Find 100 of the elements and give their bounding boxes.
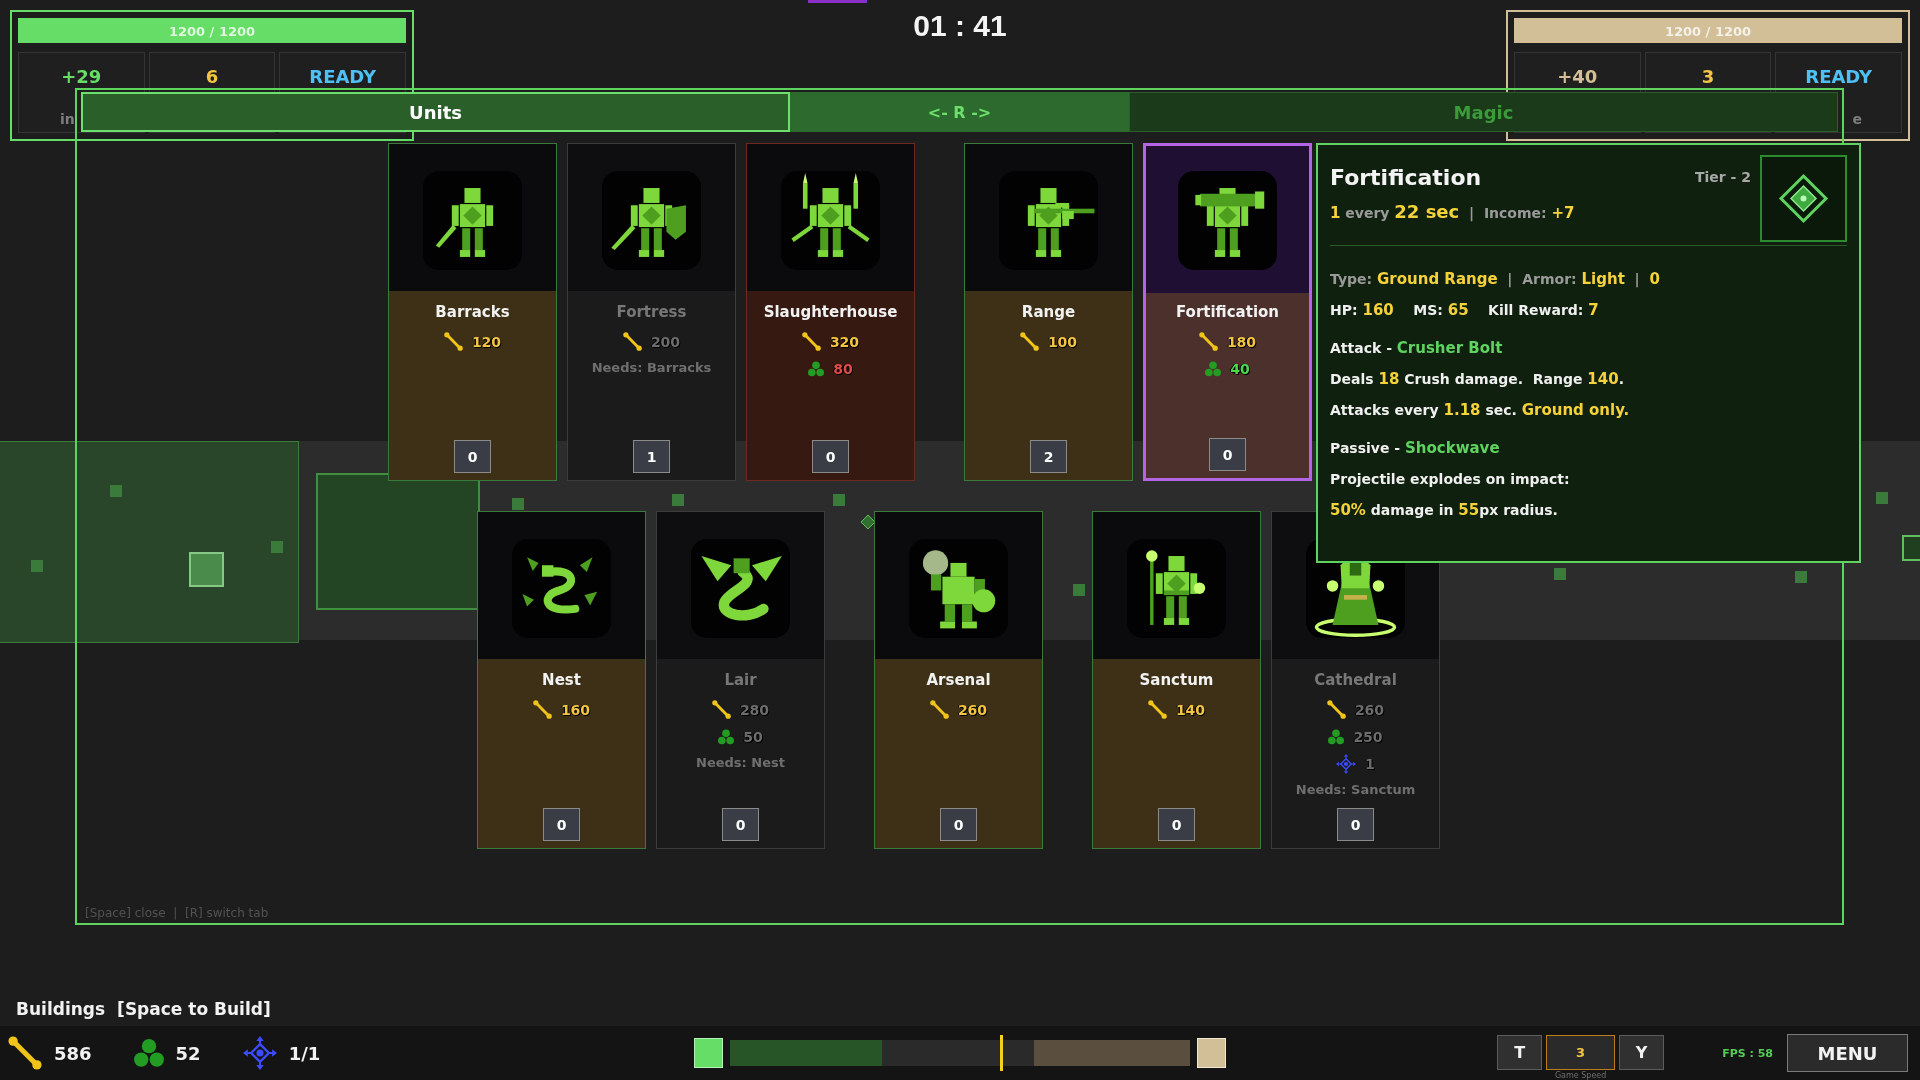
building-card[interactable]: Slaughterhouse 320 80 0 — [746, 143, 915, 481]
tooltip-line: Attacks every 1.18 sec. Ground only. — [1330, 400, 1630, 421]
tooltip-line: Attack - Crusher Bolt — [1330, 338, 1503, 359]
tooltip-line: HP: 160 MS: 65 Kill Reward: 7 — [1330, 300, 1599, 321]
rod-icon — [1019, 332, 1039, 351]
cost-value: 50 — [743, 728, 763, 745]
building-name: Nest — [542, 670, 581, 690]
built-count: 0 — [543, 808, 580, 841]
building-name: Fortification — [1175, 302, 1280, 322]
cost-value: 250 — [1353, 728, 1383, 745]
cost-value: 40 — [1230, 360, 1250, 377]
requirement-text: Needs: Nest — [696, 754, 785, 772]
stat-label: e — [1852, 111, 1862, 127]
built-count: 0 — [722, 808, 759, 841]
cost-value: 120 — [471, 333, 502, 350]
building-name: Barracks — [435, 302, 510, 322]
section-title: Buildings — [16, 998, 106, 1020]
clover-icon — [808, 360, 825, 377]
bazooka-soldier-icon — [1178, 171, 1277, 270]
requirement-text: Needs: Barracks — [591, 359, 712, 377]
four-armed-warrior-icon — [781, 171, 880, 270]
built-count: 0 — [940, 808, 977, 841]
building-name: Fortress — [616, 302, 687, 322]
cost-value: 1 — [1365, 755, 1375, 772]
production-rate: 1 every 22 sec | Income: +7 — [1330, 200, 1575, 224]
built-count: 0 — [812, 440, 849, 473]
stat-value: +40 — [1557, 65, 1598, 89]
speed-caption: Game Speed — [1554, 1071, 1607, 1080]
waypoint-marker — [861, 515, 875, 529]
building-card[interactable]: Fortification 180 40 0 — [1143, 143, 1312, 481]
fps-counter: FPS : 58 — [1722, 1046, 1773, 1060]
resource-amount: 52 — [175, 1042, 201, 1064]
built-count: 0 — [1209, 438, 1246, 471]
cost-value: 100 — [1047, 333, 1078, 350]
panel-tab[interactable]: Magic — [1129, 92, 1838, 132]
building-card[interactable]: Nest 160 0 — [477, 511, 646, 849]
requirement-text: Needs: Sanctum — [1295, 781, 1416, 799]
speed-value: 3 — [1546, 1035, 1616, 1070]
edge-structure — [1902, 535, 1920, 561]
rod-icon — [8, 1036, 42, 1070]
speed-down-button[interactable]: T — [1497, 1035, 1543, 1070]
rod-icon — [711, 700, 731, 719]
cost-value: 160 — [560, 701, 591, 718]
menu-button[interactable]: MENU — [1787, 1034, 1908, 1072]
tab-switch-hint: <- R -> — [926, 101, 993, 124]
building-card[interactable]: Range 100 2 — [964, 143, 1133, 481]
built-count: 1 — [633, 440, 670, 473]
building-card[interactable]: Barracks 120 0 — [388, 143, 557, 481]
building-card[interactable]: Fortress 200 Needs: Barracks 1 — [567, 143, 736, 481]
resource-amount: 586 — [54, 1042, 92, 1064]
rod-icon — [929, 700, 949, 719]
tooltip-line: Deals 18 Crush damage. Range 140. — [1330, 369, 1624, 390]
unit-marker — [31, 560, 43, 572]
cost-value: 180 — [1226, 333, 1257, 350]
speed-up-button[interactable]: Y — [1619, 1035, 1665, 1070]
building-name: Sanctum — [1139, 670, 1214, 690]
resource-amount: 1/1 — [288, 1042, 321, 1064]
building-card[interactable]: Lair 280 50 Needs: Nest 0 — [656, 511, 825, 849]
stat-value: 3 — [1701, 65, 1715, 89]
unit-marker — [1073, 584, 1085, 596]
tower-marker — [189, 552, 224, 587]
stat-value: +29 — [61, 65, 102, 89]
rod-icon — [443, 332, 463, 351]
tier-label: Tier - 2 — [1694, 168, 1751, 186]
tooltip-title: Fortification — [1330, 164, 1482, 192]
tooltip-line: Passive - Shockwave — [1330, 438, 1500, 459]
cost-value: 260 — [957, 701, 988, 718]
unit-marker — [672, 494, 684, 506]
built-count: 0 — [1337, 808, 1374, 841]
unit-marker — [512, 498, 524, 510]
team-swatch-icon — [1197, 1038, 1226, 1068]
crosshair-icon — [242, 1036, 277, 1070]
crosshair-icon — [1336, 753, 1357, 774]
clover-icon — [718, 728, 735, 745]
building-card[interactable]: Sanctum 140 0 — [1092, 511, 1261, 849]
cost-value: 260 — [1354, 701, 1385, 718]
cost-value: 320 — [829, 333, 860, 350]
built-count: 2 — [1030, 440, 1067, 473]
unit-marker — [833, 494, 845, 506]
building-name: Lair — [724, 670, 757, 690]
build-hint: [Space to Build] — [117, 998, 271, 1020]
rod-icon — [1147, 700, 1167, 719]
serpent-icon — [512, 539, 611, 638]
building-name: Slaughterhouse — [763, 302, 898, 322]
building-card[interactable]: Arsenal 260 0 — [874, 511, 1043, 849]
top-indicator-bar — [808, 0, 867, 3]
health-text: 1200 / 1200 — [1664, 23, 1752, 38]
unit-marker — [1554, 568, 1566, 580]
cost-value: 200 — [650, 333, 681, 350]
built-count: 0 — [454, 440, 491, 473]
clover-icon — [133, 1038, 164, 1068]
building-name: Range — [1021, 302, 1076, 322]
stat-label: in — [60, 111, 75, 127]
cost-value: 280 — [739, 701, 770, 718]
rod-icon — [1326, 700, 1346, 719]
building-name: Cathedral — [1314, 670, 1397, 690]
cost-value: 80 — [833, 360, 853, 377]
panel-tab[interactable]: Units — [81, 92, 790, 132]
staff-figure-icon — [1127, 539, 1226, 638]
team-swatch-icon — [694, 1038, 723, 1068]
